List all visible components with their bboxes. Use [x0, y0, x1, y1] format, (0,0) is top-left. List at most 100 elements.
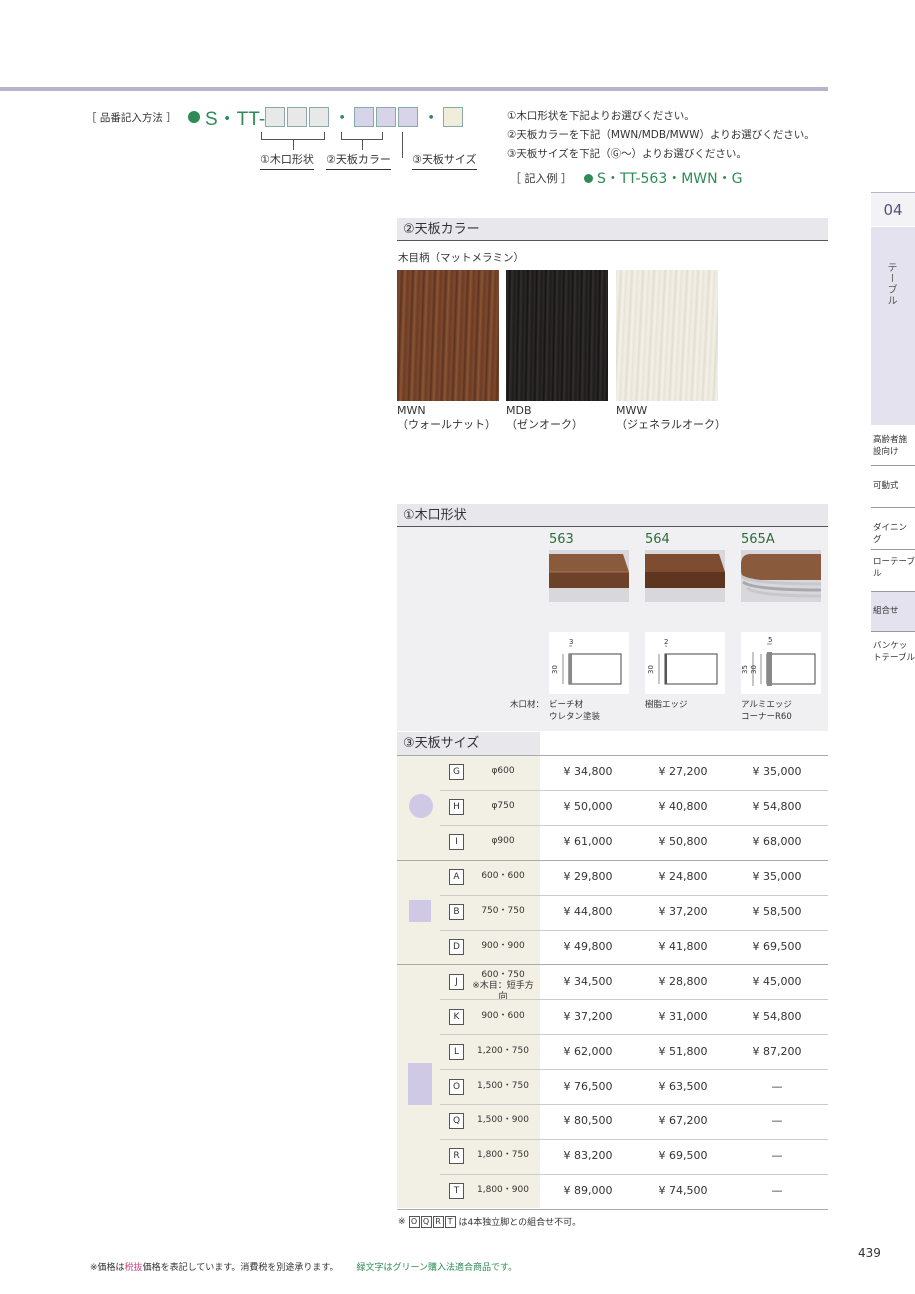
price-note: ※価格は税抜価格を表記しています。消費税を別途承ります。 緑文字はグリーン購入法適… — [90, 1260, 517, 1273]
dimension-value: 600・600 — [481, 871, 525, 882]
row-divider — [397, 964, 828, 966]
howto-label: ［ 品番記入方法 ］ — [86, 112, 177, 124]
note-line: ウレタン塗装 — [549, 712, 601, 722]
dim-side: 30 — [750, 665, 758, 674]
bracket-edge — [261, 132, 325, 140]
price-cell: ¥ 83,200 — [563, 1149, 613, 1163]
price-cell: — — [771, 1079, 783, 1093]
price-cell: ¥ 49,800 — [563, 939, 613, 953]
size-slot — [443, 107, 464, 127]
price-cell: ¥ 29,800 — [563, 870, 613, 884]
size-code: D — [449, 938, 464, 955]
bracket-stem — [293, 140, 294, 150]
size-code: L — [449, 1043, 464, 1060]
price-cell: ¥ 80,500 — [563, 1114, 613, 1128]
size-dimension: 900・900 — [468, 941, 538, 952]
row-divider — [440, 1104, 828, 1105]
size-code: T — [449, 1183, 464, 1200]
price-cell: ¥ 69,500 — [658, 1149, 708, 1163]
price-cell: ¥ 37,200 — [658, 905, 708, 919]
dim-top: 2 — [664, 638, 668, 646]
row-divider — [440, 1034, 828, 1036]
note-line: コーナーR60 — [741, 712, 792, 722]
edge-section-title: ①木口形状 — [397, 504, 828, 527]
rectangle-top-icon — [408, 1063, 432, 1105]
swatch-mdb-label: MDB （ゼンオーク） — [506, 404, 583, 432]
dimension-value: 1,500・900 — [477, 1115, 529, 1126]
price-cell: ¥ 31,000 — [658, 1009, 708, 1023]
note-part: 価格を表記しています。消費税を別途承ります。 — [142, 1263, 339, 1273]
edge-code-564: 564 — [645, 532, 670, 547]
size-code: H — [449, 799, 464, 816]
size-dimension: 1,500・750 — [468, 1081, 538, 1092]
chapter-label: テーブル — [885, 262, 896, 306]
note-line: アルミエッジ — [741, 700, 792, 710]
chapter-tab[interactable] — [871, 227, 915, 425]
row-divider — [440, 1069, 828, 1071]
size-dimension: 1,200・750 — [468, 1046, 538, 1057]
side-item-elderly[interactable]: 高齢者施設向け — [871, 430, 915, 466]
size-dimension: φ900 — [468, 836, 538, 847]
row-divider — [397, 859, 828, 861]
size-dimension: φ600 — [468, 766, 538, 777]
table-bottom-rule — [397, 1208, 828, 1210]
dim-side: 30 — [647, 665, 655, 674]
dimension-value: 1,800・900 — [477, 1185, 529, 1196]
dimension-value: φ900 — [491, 836, 515, 847]
dim-top: 3 — [569, 638, 573, 646]
dimension-value: 600・750 — [481, 969, 525, 980]
price-cell: ¥ 28,800 — [658, 974, 708, 988]
price-cell: ¥ 89,000 — [563, 1184, 613, 1198]
pn-prefix: S・TT- — [205, 108, 266, 130]
dim-side: 30 — [551, 665, 559, 674]
size-dimension: 600・750 ※木目：短手方向 — [468, 970, 538, 1003]
edge-code-563: 563 — [549, 532, 574, 547]
side-item-banquet[interactable]: バンケットテーブル — [871, 632, 915, 670]
swatch-mww — [616, 270, 718, 401]
round-top-icon — [409, 794, 433, 818]
page-number: 439 — [858, 1246, 881, 1260]
swatch-code: MWW — [616, 404, 648, 417]
row-divider — [440, 824, 828, 826]
side-item-dining[interactable]: ダイニング — [871, 508, 915, 550]
footnote-code: R — [432, 1215, 444, 1228]
dimension-value: φ600 — [491, 766, 515, 777]
price-cell: ¥ 74,500 — [658, 1184, 708, 1198]
price-cell: ¥ 45,000 — [752, 974, 802, 988]
size-code: R — [449, 1148, 464, 1165]
green-dot-icon — [584, 173, 593, 183]
size-dimension: φ750 — [468, 801, 538, 812]
sub-label-color: ②天板カラー — [326, 151, 391, 170]
size-code: Q — [449, 1113, 464, 1130]
bracket-stem — [362, 140, 363, 150]
side-item-low-table[interactable]: ローテーブル — [871, 550, 915, 592]
edge-slot — [309, 107, 330, 127]
price-cell: ¥ 40,800 — [658, 800, 708, 814]
row-divider — [440, 894, 828, 896]
price-cell: ¥ 27,200 — [658, 765, 708, 779]
size-code: A — [449, 869, 464, 886]
edge-drawing-564: 2 30 — [645, 632, 725, 694]
dimension-value: 900・900 — [481, 940, 525, 951]
part-number-template: S・TT- ・ ・ — [188, 104, 465, 130]
note-part: ※価格は — [90, 1263, 125, 1273]
size-footnote: ※ O Q R T は4本独立脚との組合せ不可。 — [398, 1215, 581, 1228]
size-dimension: 1,500・900 — [468, 1115, 538, 1126]
side-item-movable[interactable]: 可動式 — [871, 466, 915, 508]
price-cell: ¥ 63,500 — [658, 1079, 708, 1093]
dim-side-outer: 35 — [741, 665, 749, 674]
price-cell: ¥ 87,200 — [752, 1044, 802, 1058]
row-divider — [440, 1173, 828, 1175]
price-cell: — — [771, 1114, 783, 1128]
side-item-combination[interactable]: 組合せ — [871, 592, 915, 632]
green-dot-icon — [188, 111, 200, 123]
size-dimension: 900・600 — [468, 1011, 538, 1022]
price-cell: ¥ 54,800 — [752, 1009, 802, 1023]
dimension-value: 750・750 — [481, 906, 525, 917]
dimension-value: 1,200・750 — [477, 1045, 529, 1056]
price-cell: ¥ 34,500 — [563, 974, 613, 988]
price-cell: ¥ 50,000 — [563, 800, 613, 814]
dim-top: 5 — [768, 636, 772, 644]
example-label: ［ 記入例 ］ — [510, 172, 572, 185]
swatch-mwn-label: MWN （ウォールナット） — [397, 404, 496, 432]
